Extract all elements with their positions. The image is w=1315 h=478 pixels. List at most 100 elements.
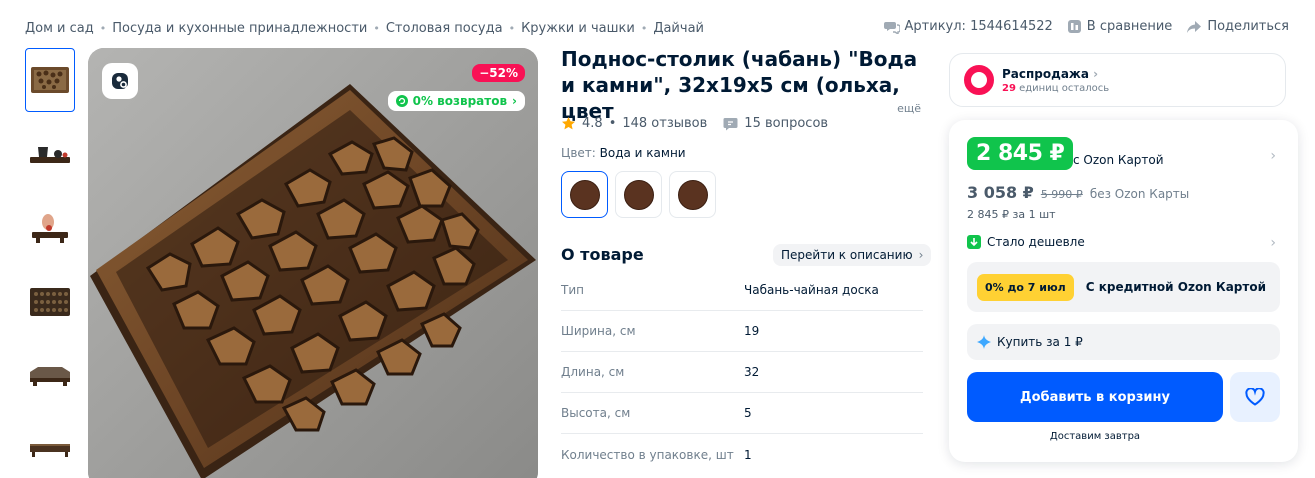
credit-text: С кредитной Ozon Картой [1085, 280, 1267, 294]
question-bubble-icon [723, 117, 738, 131]
product-actions: Артикул: 1544614522 В сравнение Поделить… [883, 19, 1289, 34]
spec-row: Высота, см 5 [561, 393, 923, 434]
spec-row: Количество в упаковке, шт 1 [561, 434, 923, 475]
sale-title: Распродажа › [1002, 67, 1109, 81]
thumbnail-list [25, 48, 77, 478]
thumb-tray-top-image [31, 67, 69, 93]
spec-key: Количество в упаковке, шт [561, 447, 734, 462]
breadcrumb-separator: • [640, 22, 648, 35]
color-swatch-1[interactable] [561, 171, 608, 218]
spec-value: 19 [744, 324, 760, 338]
color-dot [569, 179, 600, 210]
buy-for-1-offer[interactable]: Купить за 1 ₽ [967, 324, 1280, 360]
color-dot [623, 179, 654, 210]
regular-price: 3 058 ₽ [967, 183, 1034, 202]
sale-banner[interactable]: Распродажа › 29 единиц осталось [949, 53, 1286, 107]
ozon-card-price: 2 845 ₽ [967, 137, 1074, 170]
color-swatch-3[interactable] [669, 171, 716, 218]
thumbnail-1[interactable] [25, 48, 75, 112]
chevron-right-icon[interactable]: › [1270, 235, 1276, 251]
returns-circle-icon [395, 95, 408, 107]
spec-value: 32 [744, 365, 760, 379]
thumb-side-image [30, 367, 70, 386]
spec-key: Тип [561, 283, 584, 297]
delivery-info: Доставим завтра [1049, 431, 1141, 442]
spec-key: Длина, см [561, 365, 625, 379]
heart-icon [1245, 388, 1265, 406]
spec-value: 1 [744, 447, 752, 462]
sale-remaining: 29 единиц осталось [1002, 83, 1109, 94]
star-icon [561, 116, 576, 131]
add-to-cart-button[interactable]: Добавить в корзину [967, 372, 1223, 422]
questions-link[interactable]: 15 вопросов [744, 116, 828, 131]
color-swatch-2[interactable] [615, 171, 662, 218]
compare-button[interactable]: В сравнение [1067, 19, 1172, 34]
goto-description-label: Перейти к описанию [781, 248, 913, 262]
goto-description-button[interactable]: Перейти к описанию › [773, 244, 932, 266]
tea-tray-photo [88, 48, 538, 478]
thumbnail-4[interactable] [25, 270, 75, 334]
rating-row: 4.8 • 148 отзывов 15 вопросов [561, 116, 828, 131]
breadcrumb-item[interactable]: Дайчай [653, 21, 704, 36]
price-card: 2 845 ₽ с Ozon Картой › 3 058 ₽ 5 990 ₽ … [949, 120, 1298, 462]
thumbnail-6[interactable] [25, 418, 75, 478]
sale-title-text: Распродажа [1002, 66, 1089, 81]
article-copy[interactable]: Артикул: 1544614522 [883, 19, 1053, 34]
sale-remaining-text: единиц осталось [1019, 82, 1110, 94]
share-button[interactable]: Поделиться [1186, 19, 1289, 34]
breadcrumb-item[interactable]: Дом и сад [25, 21, 94, 36]
product-main-image[interactable]: −52% 0% возвратов › [88, 48, 538, 478]
spec-row: Длина, см 32 [561, 352, 923, 393]
price-drop-row[interactable]: Стало дешевле [967, 235, 1085, 249]
breadcrumb-item[interactable]: Кружки и чашки [521, 21, 635, 36]
thumbnail-3[interactable] [25, 196, 75, 260]
thumb-hand-image [32, 214, 68, 243]
regular-price-label: без Ozon Карты [1089, 187, 1190, 201]
sparkle-icon [977, 335, 991, 349]
title-more-link[interactable]: ещё [867, 96, 921, 122]
thumbnail-5[interactable] [25, 344, 75, 408]
product-title-text: Поднос-столик (чабань) "Вода и камни", 3… [561, 47, 918, 123]
breadcrumb: Дом и сад • Посуда и кухонные принадлежн… [25, 21, 704, 36]
thumbnail-2[interactable] [25, 122, 75, 186]
specs-table: Тип Чабань-чайная доска Ширина, см 19 Длин… [561, 270, 923, 475]
thumb-pattern-image [30, 288, 70, 316]
chat-bubbles-icon [883, 20, 900, 34]
spec-row: Тип Чабань-чайная доска [561, 270, 923, 311]
spec-value: Чабань-чайная доска [744, 283, 879, 297]
rating-separator: • [608, 116, 617, 131]
price-down-icon [967, 235, 981, 249]
color-label: Цвет: Вода и камни [561, 146, 686, 160]
chevron-right-icon: › [1093, 66, 1099, 81]
thumb-teaset-image [30, 147, 70, 163]
color-swatches [561, 171, 716, 218]
thumb-edge-image [30, 444, 70, 457]
spec-key: Ширина, см [561, 324, 636, 338]
color-label-value: Вода и камни [599, 146, 686, 160]
sale-ring-icon [964, 65, 994, 95]
favorite-button[interactable] [1230, 372, 1280, 422]
credit-offer[interactable]: 0% до 7 июл С кредитной Ozon Картой [967, 262, 1280, 312]
breadcrumb-item[interactable]: Посуда и кухонные принадлежности [112, 21, 367, 36]
image-search-button[interactable] [102, 63, 138, 99]
compare-icon [1067, 19, 1082, 34]
reviews-link[interactable]: 148 отзывов [622, 116, 707, 131]
returns-badge[interactable]: 0% возвратов › [387, 91, 525, 111]
chevron-right-icon: › [512, 94, 517, 108]
breadcrumb-separator: • [508, 22, 516, 35]
chevron-right-icon: › [918, 248, 924, 262]
article-number: Артикул: 1544614522 [904, 19, 1053, 34]
discount-badge: −52% [472, 64, 525, 82]
spec-value: 5 [744, 406, 752, 420]
product-title: Поднос-столик (чабань) "Вода и камни", 3… [561, 46, 923, 124]
chevron-right-icon[interactable]: › [1270, 148, 1276, 164]
color-label-key: Цвет: [561, 146, 596, 160]
ozon-card-label: с Ozon Картой [1073, 153, 1164, 167]
image-search-icon [112, 73, 129, 90]
breadcrumb-item[interactable]: Столовая посуда [386, 21, 503, 36]
breadcrumb-separator: • [99, 22, 107, 35]
buy-for-1-label: Купить за 1 ₽ [997, 335, 1083, 349]
share-arrow-icon [1186, 20, 1202, 34]
share-label: Поделиться [1207, 19, 1289, 34]
returns-label: 0% возвратов [412, 94, 508, 108]
